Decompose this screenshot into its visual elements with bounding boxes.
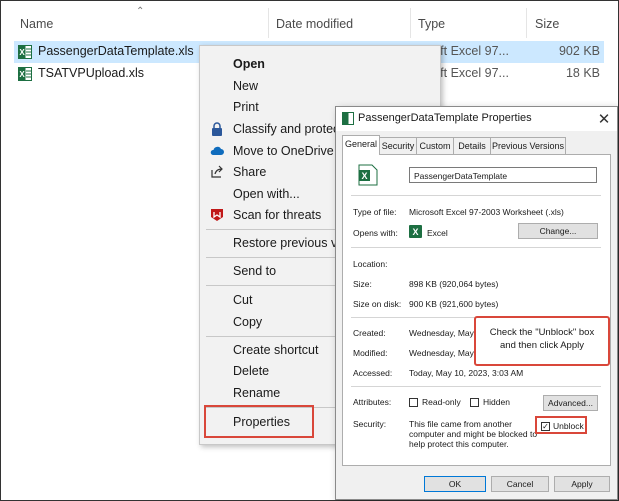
svg-text:X: X: [412, 227, 418, 237]
excel-file-icon: X: [18, 67, 32, 81]
ok-button[interactable]: OK: [424, 476, 486, 492]
properties-dialog: PassengerDataTemplate Properties ✕ Gener…: [335, 106, 618, 500]
security-text-line3: help protect this computer.: [409, 439, 509, 449]
dialog-title: PassengerDataTemplate Properties: [358, 112, 532, 124]
accessed-label: Accessed:: [353, 368, 393, 378]
type-value: Microsoft Excel 97-2003 Worksheet (.xls): [409, 207, 564, 217]
callout-line1: Check the "Unblock" box: [489, 327, 595, 338]
tab-custom[interactable]: Custom: [416, 137, 454, 154]
excel-file-icon: [342, 112, 354, 125]
tab-security[interactable]: Security: [379, 137, 417, 154]
mcafee-shield-icon: [211, 209, 223, 221]
svg-text:X: X: [19, 48, 25, 57]
section-divider: [351, 195, 601, 196]
menu-item-move-onedrive[interactable]: Move to OneDrive: [233, 144, 334, 158]
menu-item-create-shortcut[interactable]: Create shortcut: [233, 343, 318, 357]
classify-lock-icon: [212, 122, 222, 136]
readonly-label: Read-only: [422, 397, 461, 407]
onedrive-cloud-icon: [210, 146, 224, 155]
security-text-line1: This file came from another: [409, 419, 512, 429]
menu-item-copy[interactable]: Copy: [233, 315, 262, 329]
change-button[interactable]: Change...: [518, 223, 598, 239]
security-label: Security:: [353, 419, 387, 429]
menu-item-classify[interactable]: Classify and protect: [233, 122, 343, 136]
tab-general[interactable]: General: [342, 135, 380, 155]
apply-button[interactable]: Apply: [554, 476, 610, 492]
callout-line2: and then click Apply: [500, 340, 584, 351]
sort-ascending-icon[interactable]: ⌃: [136, 6, 144, 17]
excel-app-icon: X: [409, 225, 422, 238]
advanced-button[interactable]: Advanced...: [543, 395, 598, 411]
svg-text:X: X: [361, 171, 367, 181]
menu-item-cut[interactable]: Cut: [233, 293, 252, 307]
menu-item-print[interactable]: Print: [233, 100, 259, 114]
attributes-label: Attributes:: [353, 397, 392, 407]
size-value: 898 KB (920,064 bytes): [409, 279, 499, 289]
file-size: 902 KB: [558, 44, 600, 58]
menu-item-share[interactable]: Share: [233, 165, 266, 179]
menu-item-new[interactable]: New: [233, 79, 258, 93]
opens-with-label: Opens with:: [353, 228, 398, 238]
type-label: Type of file:: [353, 207, 397, 217]
menu-item-rename[interactable]: Rename: [233, 386, 280, 400]
menu-item-scan-threats[interactable]: Scan for threats: [233, 208, 321, 222]
column-divider[interactable]: [268, 8, 269, 38]
share-icon: [211, 165, 223, 178]
size-on-disk-label: Size on disk:: [353, 299, 402, 309]
excel-file-icon: X: [18, 45, 32, 59]
size-label: Size:: [353, 279, 372, 289]
excel-file-large-icon: X: [358, 164, 378, 186]
tab-details[interactable]: Details: [453, 137, 491, 154]
file-list-header: ⌃ Name Date modified Type Size: [0, 0, 619, 40]
opens-with-value: Excel: [427, 228, 448, 238]
size-on-disk-value: 900 KB (921,600 bytes): [409, 299, 499, 309]
hidden-checkbox[interactable]: [470, 398, 479, 407]
section-divider: [351, 386, 601, 387]
created-value: Wednesday, May: [409, 328, 474, 338]
accessed-value: Today, May 10, 2023, 3:03 AM: [409, 368, 524, 378]
created-label: Created:: [353, 328, 386, 338]
modified-value: Wednesday, May: [409, 348, 474, 358]
file-name: TSATVPUpload.xls: [38, 66, 145, 80]
file-name-field[interactable]: PassengerDataTemplate: [409, 167, 597, 183]
tab-previous-versions[interactable]: Previous Versions: [490, 137, 566, 154]
menu-item-open-with[interactable]: Open with...: [233, 187, 300, 201]
column-divider[interactable]: [526, 8, 527, 38]
properties-highlight-box: [204, 405, 314, 438]
location-label: Location:: [353, 259, 388, 269]
unblock-highlight-box: [535, 416, 587, 434]
instruction-callout: Check the "Unblock" box and then click A…: [474, 316, 610, 366]
readonly-checkbox[interactable]: [409, 398, 418, 407]
column-size[interactable]: Size: [535, 17, 559, 31]
file-name: PassengerDataTemplate.xls: [38, 44, 194, 58]
dialog-title-bar[interactable]: PassengerDataTemplate Properties ✕: [336, 107, 617, 131]
column-type[interactable]: Type: [418, 17, 445, 31]
close-icon[interactable]: ✕: [596, 110, 612, 128]
section-divider: [351, 247, 601, 248]
menu-item-send-to[interactable]: Send to: [233, 264, 276, 278]
hidden-label: Hidden: [483, 397, 510, 407]
cancel-button[interactable]: Cancel: [491, 476, 549, 492]
security-text-line2: computer and might be blocked to: [409, 429, 538, 439]
menu-item-open[interactable]: Open: [233, 57, 265, 71]
svg-text:X: X: [19, 70, 25, 79]
column-name[interactable]: Name: [20, 17, 53, 31]
column-date-modified[interactable]: Date modified: [276, 17, 353, 31]
column-divider[interactable]: [410, 8, 411, 38]
file-size: 18 KB: [565, 66, 600, 80]
menu-item-delete[interactable]: Delete: [233, 364, 269, 378]
modified-label: Modified:: [353, 348, 388, 358]
